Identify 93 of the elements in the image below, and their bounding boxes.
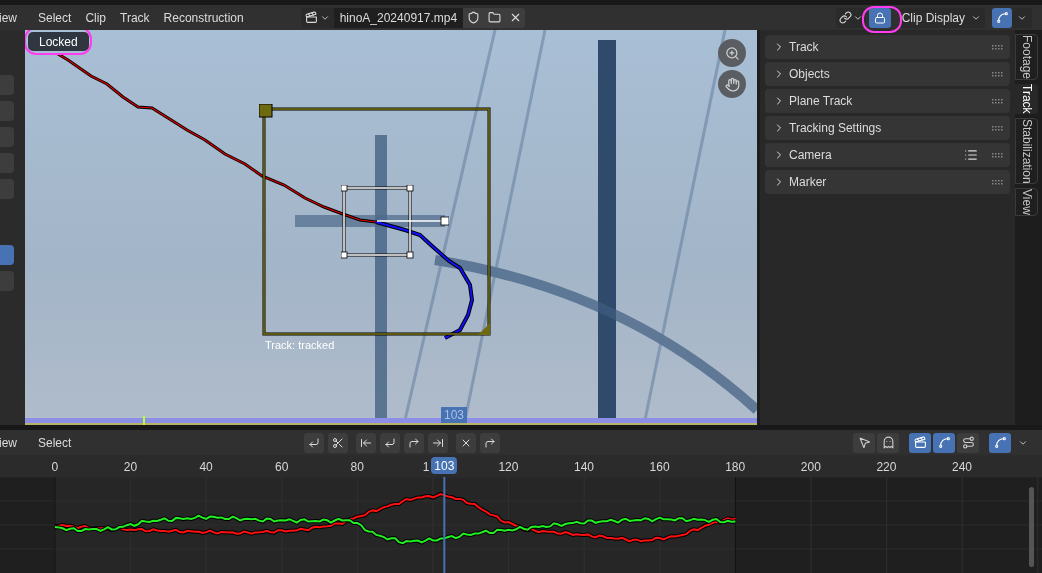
shield-icon xyxy=(466,11,480,24)
lock-button[interactable] xyxy=(868,7,891,28)
panel-header[interactable]: Track xyxy=(765,35,1010,59)
frame-number: 1 xyxy=(422,459,430,476)
corner-arrow-icon xyxy=(484,436,497,449)
keyframe-tick xyxy=(143,416,145,425)
corner-arrow-icon xyxy=(384,436,397,449)
menu-item[interactable]: Track xyxy=(113,8,157,27)
panel-title: Track xyxy=(789,39,819,56)
menu-item[interactable]: Select xyxy=(31,433,79,452)
clapperboard-icon xyxy=(304,11,318,24)
drag-handle-icon[interactable] xyxy=(992,71,1004,77)
corner-arrow-icon xyxy=(408,436,421,449)
toggle-button[interactable] xyxy=(957,432,979,453)
pointer-icon xyxy=(857,436,871,449)
clapperboard-icon xyxy=(913,436,927,449)
zoom-icon xyxy=(724,45,740,61)
frame-number: 140 xyxy=(574,459,595,476)
frame-number: 200 xyxy=(800,459,821,476)
sidebar-tab[interactable]: Stabilization xyxy=(1015,117,1038,185)
panel-title: Plane Track xyxy=(789,93,853,110)
drag-handle-icon[interactable] xyxy=(992,44,1004,50)
corner-arrow-icon xyxy=(308,436,321,449)
track-status-label: Track: tracked xyxy=(265,338,335,353)
curve-icon xyxy=(937,436,951,449)
toggle-button[interactable] xyxy=(933,432,955,453)
curve-icon xyxy=(995,11,1009,24)
menu-item[interactable]: Reconstruction xyxy=(156,8,251,27)
panel-title: Camera xyxy=(789,147,832,164)
lock-icon xyxy=(873,11,886,24)
scissors-icon xyxy=(332,436,345,449)
tool-button[interactable] xyxy=(304,432,325,453)
sidebar-tab[interactable]: Footage xyxy=(1015,34,1038,81)
drag-handle-icon[interactable] xyxy=(992,152,1004,158)
current-frame-badge[interactable]: 103 xyxy=(431,457,458,474)
close-button[interactable] xyxy=(505,7,526,28)
hand-icon xyxy=(724,76,740,92)
frame-number: 160 xyxy=(649,459,670,476)
frame-number: 80 xyxy=(350,459,364,476)
ghost-icon xyxy=(881,436,895,449)
tool-button[interactable] xyxy=(380,432,401,453)
route-icon xyxy=(961,436,975,449)
toggle-button[interactable] xyxy=(909,432,931,453)
menu-item[interactable]: iew xyxy=(0,8,31,27)
playhead-line[interactable] xyxy=(443,477,446,573)
link-icon xyxy=(838,11,852,24)
frame-number: 120 xyxy=(498,459,519,476)
sidebar-tab[interactable]: View xyxy=(1015,188,1038,217)
scrollbar[interactable] xyxy=(1029,487,1034,567)
list-icon[interactable] xyxy=(964,148,978,162)
tool-button[interactable] xyxy=(356,432,377,453)
clip-selector[interactable] xyxy=(300,7,334,28)
panel-header[interactable]: Camera xyxy=(765,143,1010,167)
panel-title: Tracking Settings xyxy=(789,120,882,137)
locked-badge: Locked xyxy=(28,32,89,51)
display-dropdown[interactable]: Clip Display xyxy=(899,7,985,28)
frame-number: 40 xyxy=(199,459,213,476)
frame-number: 180 xyxy=(725,459,746,476)
jump-end-icon xyxy=(432,436,445,449)
frame-number: 20 xyxy=(123,459,138,476)
drag-handle-icon[interactable] xyxy=(992,98,1004,104)
jump-start-icon xyxy=(360,436,373,449)
frame-indicator: 103 xyxy=(441,407,468,423)
panel-header[interactable]: Objects xyxy=(765,62,1010,86)
menu-item[interactable]: Clip xyxy=(78,8,114,27)
tool-button[interactable] xyxy=(428,432,449,453)
tool-button[interactable] xyxy=(456,432,477,453)
drag-handle-icon[interactable] xyxy=(992,179,1004,185)
frame-number: 240 xyxy=(952,459,973,476)
toggle-button[interactable] xyxy=(989,432,1011,453)
panel-title: Objects xyxy=(789,66,830,83)
frame-number: 0 xyxy=(51,459,59,476)
curve-icon xyxy=(993,436,1007,449)
panel-header[interactable]: Marker xyxy=(765,170,1010,194)
panel-header[interactable]: Tracking Settings xyxy=(765,116,1010,140)
frame-number: 60 xyxy=(275,459,289,476)
folder-icon xyxy=(487,11,501,24)
fake-user-button[interactable] xyxy=(463,7,484,28)
pivot-dropdown[interactable] xyxy=(835,7,866,28)
tool-button[interactable] xyxy=(328,432,349,453)
toggle-button[interactable] xyxy=(877,432,899,453)
menu-item[interactable]: Select xyxy=(31,8,79,27)
curve-toggle[interactable] xyxy=(992,7,1012,28)
frame-number: 220 xyxy=(876,459,897,476)
toggle-button[interactable] xyxy=(853,432,875,453)
panel-title: Marker xyxy=(789,174,827,191)
tool-button[interactable] xyxy=(480,432,501,453)
drag-handle-icon[interactable] xyxy=(992,125,1004,131)
panel-header[interactable]: Plane Track xyxy=(765,89,1010,113)
clip-name-field[interactable]: hinoA_20240917.mp4 xyxy=(333,7,464,28)
menu-item[interactable]: iew xyxy=(0,433,31,452)
tool-button[interactable] xyxy=(404,432,425,453)
sidebar-tab[interactable]: Track xyxy=(1015,84,1038,114)
